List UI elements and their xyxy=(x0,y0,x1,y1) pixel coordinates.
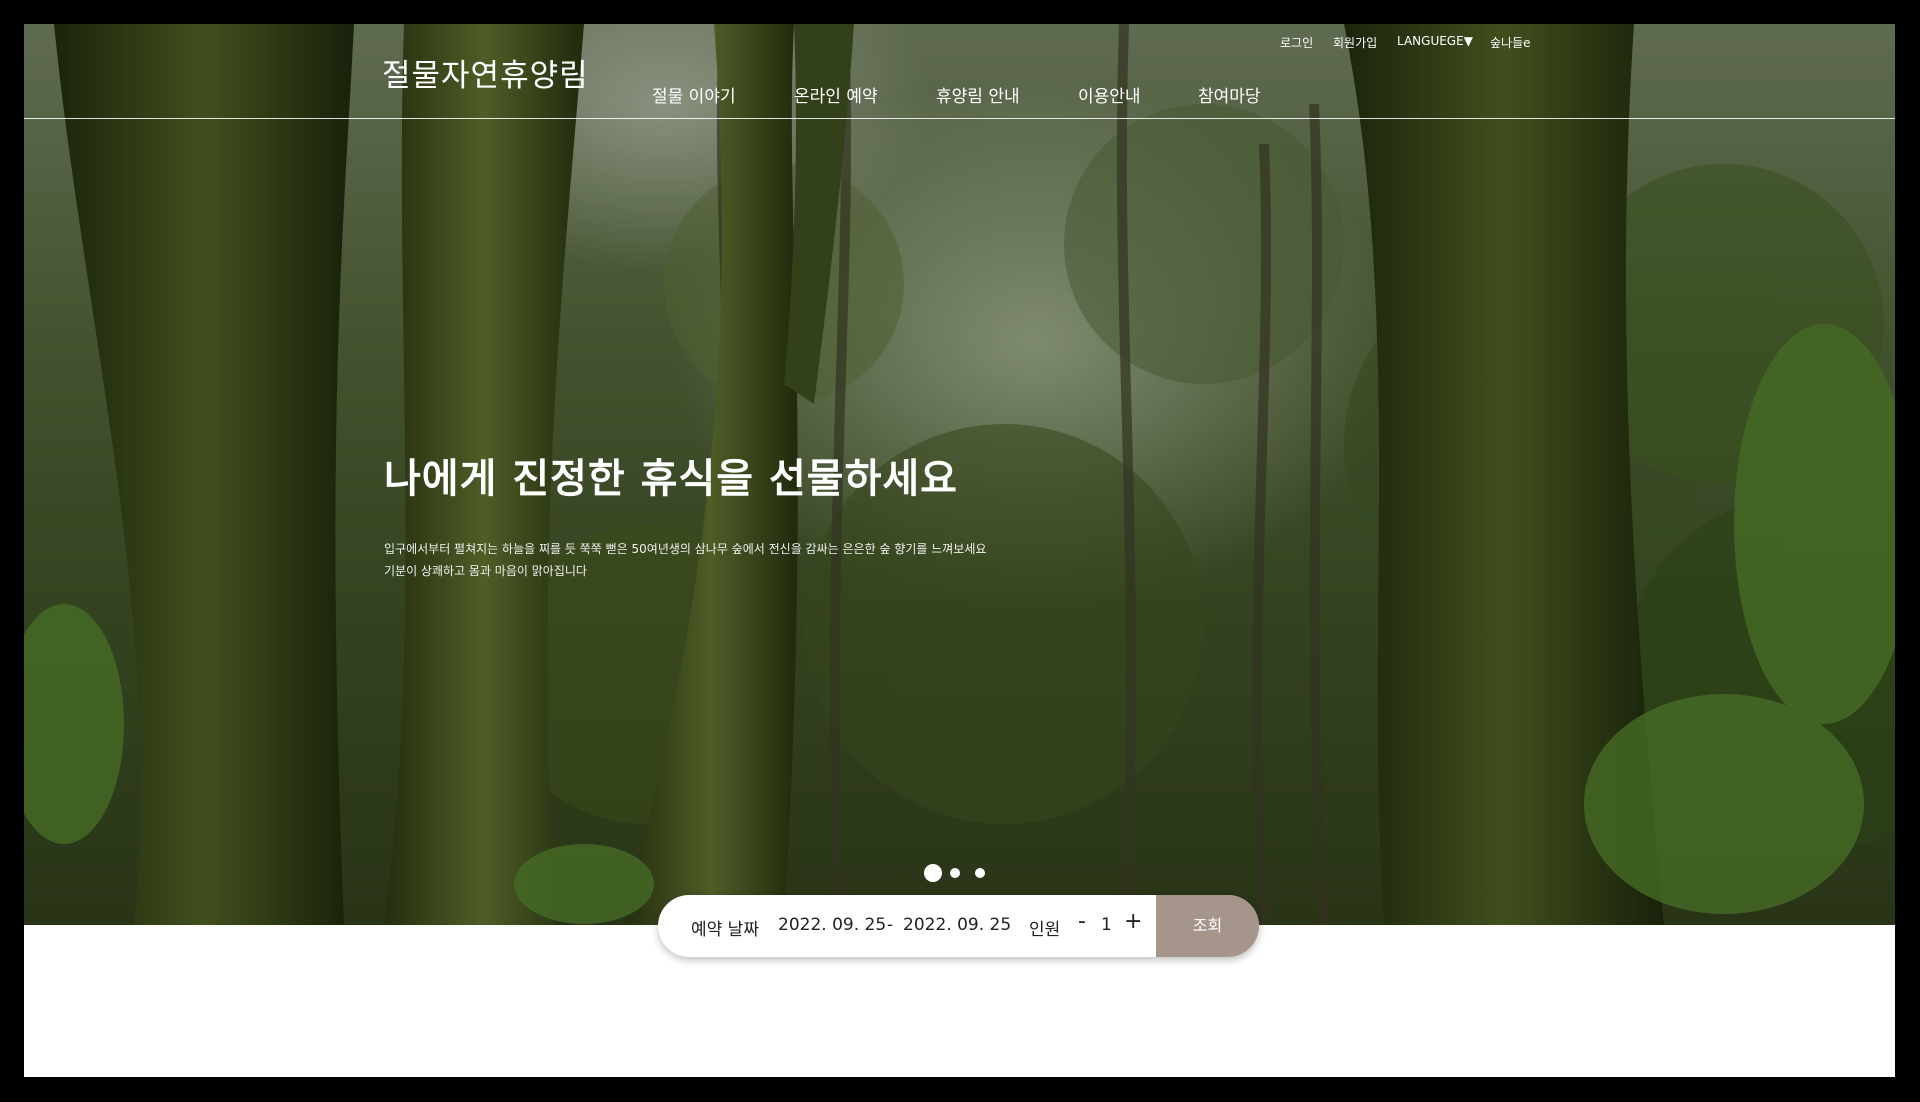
end-date-field[interactable]: 2022. 09. 25 xyxy=(903,915,1011,935)
search-button[interactable]: 조회 xyxy=(1156,895,1259,957)
slide-dot-3[interactable] xyxy=(975,868,985,878)
slide-dot-1-active[interactable] xyxy=(924,864,942,882)
start-date-field[interactable]: 2022. 09. 25 xyxy=(778,915,886,935)
language-dropdown[interactable]: LANGUEGE▼ xyxy=(1397,34,1473,48)
decrease-people-button[interactable]: - xyxy=(1078,909,1086,934)
reservation-date-label: 예약 날짜 xyxy=(691,920,759,940)
hero-description: 입구에서부터 펼쳐지는 하늘을 찌를 듯 쭉쭉 뻗은 50여년생의 삼나무 숲에… xyxy=(384,538,1104,582)
nav-item-forest-info[interactable]: 휴양림 안내 xyxy=(936,82,1020,107)
forest-e-link[interactable]: 숲나들e xyxy=(1490,34,1531,51)
reservation-search-bar: 예약 날짜 2022. 09. 25 - 2022. 09. 25 인원 - 1… xyxy=(658,895,1259,957)
hero-slider: 절물자연휴양림 로그인 회원가입 LANGUEGE▼ 숲나들e 절물 이야기 온… xyxy=(24,24,1895,925)
hero-overlay xyxy=(24,24,1895,925)
hero-title: 나에게 진정한 휴식을 선물하세요 xyxy=(384,456,958,502)
site-header: 절물자연휴양림 로그인 회원가입 LANGUEGE▼ 숲나들e 절물 이야기 온… xyxy=(24,24,1895,119)
hero-description-line-1: 입구에서부터 펼쳐지는 하늘을 찌를 듯 쭉쭉 뻗은 50여년생의 삼나무 숲에… xyxy=(384,542,987,556)
nav-item-story[interactable]: 절물 이야기 xyxy=(652,82,736,107)
people-label: 인원 xyxy=(1029,920,1061,940)
login-link[interactable]: 로그인 xyxy=(1280,34,1313,51)
signup-link[interactable]: 회원가입 xyxy=(1333,34,1377,51)
slide-dot-2[interactable] xyxy=(950,868,960,878)
site-logo[interactable]: 절물자연휴양림 xyxy=(382,50,589,95)
hero-description-line-2: 기분이 상쾌하고 몸과 마음이 맑아집니다 xyxy=(384,564,587,578)
nav-item-reservation[interactable]: 온라인 예약 xyxy=(794,82,878,107)
browser-viewport: 절물자연휴양림 로그인 회원가입 LANGUEGE▼ 숲나들e 절물 이야기 온… xyxy=(24,24,1895,1077)
date-separator: - xyxy=(887,915,894,935)
nav-item-usage-guide[interactable]: 이용안내 xyxy=(1078,82,1141,107)
people-count: 1 xyxy=(1101,915,1112,935)
increase-people-button[interactable]: + xyxy=(1124,909,1142,934)
nav-item-community[interactable]: 참여마당 xyxy=(1198,82,1261,107)
